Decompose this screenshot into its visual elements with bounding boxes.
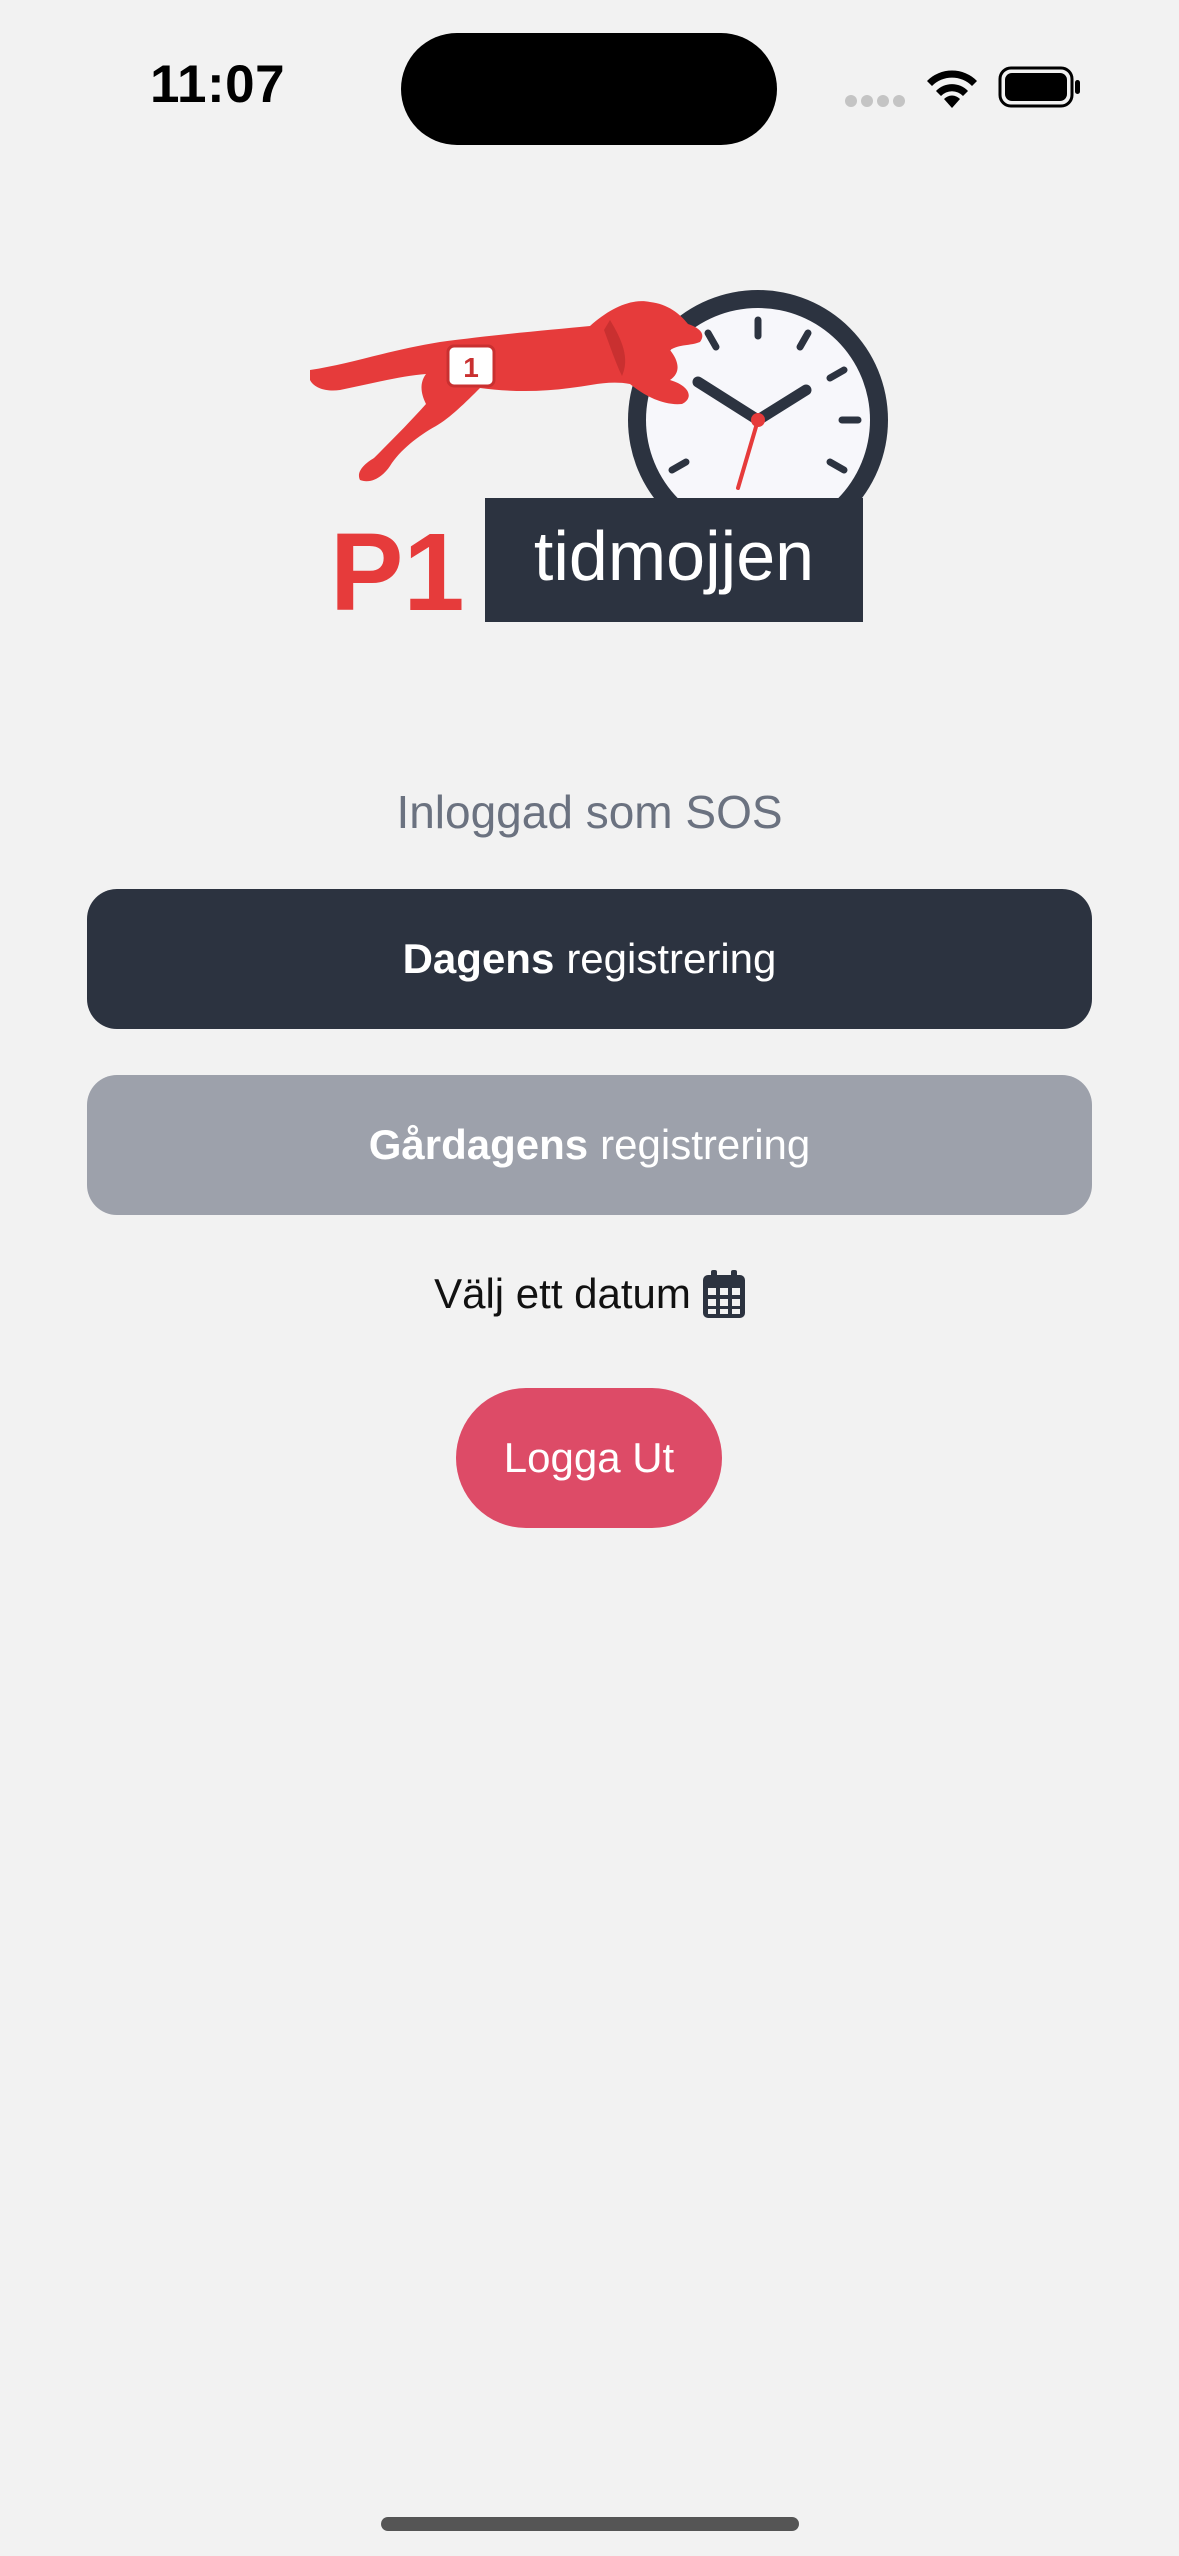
yesterdays-registration-button[interactable]: Gårdagens registrering [87, 1075, 1092, 1215]
logo-p1-text: P1 [330, 511, 465, 630]
logo-brand-name: tidmojjen [534, 517, 814, 595]
yesterdays-registration-rest: registrering [600, 1121, 811, 1168]
cellular-signal-icon [845, 95, 905, 107]
todays-registration-button[interactable]: Dagens registrering [87, 889, 1092, 1029]
todays-registration-rest: registrering [566, 935, 777, 982]
calendar-icon [702, 1270, 745, 1318]
logged-in-label: Inloggad som SOS [396, 786, 783, 838]
todays-registration-bold: Dagens [402, 935, 555, 982]
yesterdays-registration-bold: Gårdagens [368, 1121, 589, 1168]
logout-button[interactable]: Logga Ut [456, 1388, 722, 1528]
choose-date-label: Välj ett datum [434, 1270, 691, 1317]
battery-icon [998, 66, 1080, 108]
dynamic-island [401, 33, 777, 145]
bib-number: 1 [463, 352, 479, 383]
status-bar: 11:07 [0, 0, 1179, 175]
app-logo: 1 P1 tidmojjen [310, 290, 888, 630]
choose-date-button[interactable]: Välj ett datum [0, 1270, 1179, 1318]
wifi-icon [927, 70, 977, 108]
status-time: 11:07 [150, 55, 286, 114]
home-indicator [381, 2517, 799, 2531]
